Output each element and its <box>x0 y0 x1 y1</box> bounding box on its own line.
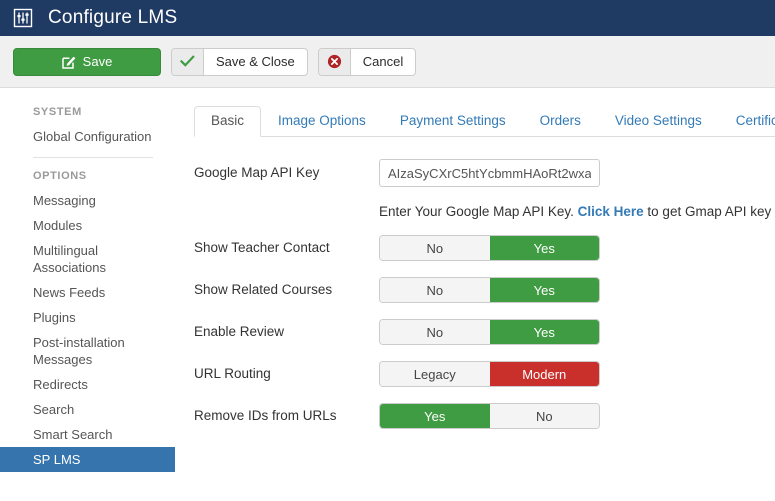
save-and-close-button-label: Save & Close <box>204 49 307 75</box>
help-text-before: Enter Your Google Map API Key. <box>379 204 578 219</box>
show-teacher-contact-label: Show Teacher Contact <box>194 239 379 257</box>
basic-settings-form: Google Map API Key Enter Your Google Map… <box>194 137 775 429</box>
form-row-show-related-courses: Show Related Courses No Yes <box>194 277 775 303</box>
gmap-api-key-link[interactable]: Click Here <box>578 204 644 219</box>
show-related-courses-label: Show Related Courses <box>194 281 379 299</box>
tab-orders[interactable]: Orders <box>523 106 598 137</box>
show-teacher-contact-option-no[interactable]: No <box>380 236 490 260</box>
show-related-courses-option-no[interactable]: No <box>380 278 490 302</box>
remove-ids-from-urls-control: Yes No <box>379 403 775 429</box>
url-routing-control: Legacy Modern <box>379 361 775 387</box>
main-panel: Basic Image Options Payment Settings Ord… <box>175 88 775 501</box>
form-row-url-routing: URL Routing Legacy Modern <box>194 361 775 387</box>
check-icon <box>172 49 204 75</box>
remove-ids-from-urls-option-no[interactable]: No <box>490 404 600 428</box>
save-and-close-button[interactable]: Save & Close <box>171 48 308 76</box>
tab-basic[interactable]: Basic <box>194 106 261 137</box>
show-teacher-contact-toggle[interactable]: No Yes <box>379 235 600 261</box>
sidebar-item-news-feeds[interactable]: News Feeds <box>0 280 175 305</box>
show-related-courses-option-yes[interactable]: Yes <box>490 278 600 302</box>
tab-certificate[interactable]: Certificate <box>719 106 775 137</box>
form-row-enable-review: Enable Review No Yes <box>194 319 775 345</box>
sliders-icon <box>12 7 34 29</box>
save-button[interactable]: Save <box>13 48 161 76</box>
sidebar-item-multilingual-associations[interactable]: Multilingual Associations <box>0 238 175 280</box>
google-map-api-key-control <box>379 159 775 187</box>
window-titlebar: Configure LMS <box>0 0 775 36</box>
cancel-button-label: Cancel <box>351 49 415 75</box>
sidebar-heading-system: SYSTEM <box>0 98 175 124</box>
tab-video-settings[interactable]: Video Settings <box>598 106 719 137</box>
form-row-remove-ids-from-urls: Remove IDs from URLs Yes No <box>194 403 775 429</box>
url-routing-option-modern[interactable]: Modern <box>490 362 600 386</box>
show-related-courses-control: No Yes <box>379 277 775 303</box>
show-teacher-contact-control: No Yes <box>379 235 775 261</box>
enable-review-option-no[interactable]: No <box>380 320 490 344</box>
show-teacher-contact-option-yes[interactable]: Yes <box>490 236 600 260</box>
enable-review-control: No Yes <box>379 319 775 345</box>
sidebar-item-sp-lms[interactable]: SP LMS <box>0 447 175 472</box>
save-button-label: Save <box>83 54 113 69</box>
sidebar-item-global-configuration[interactable]: Global Configuration <box>0 124 175 149</box>
pencil-square-icon <box>62 55 76 69</box>
enable-review-toggle[interactable]: No Yes <box>379 319 600 345</box>
help-text-after: to get Gmap API key <box>644 204 772 219</box>
cancel-button[interactable]: Cancel <box>318 48 416 76</box>
form-row-google-map-api-key: Google Map API Key <box>194 159 775 187</box>
tab-image-options[interactable]: Image Options <box>261 106 383 137</box>
content-area: SYSTEM Global Configuration OPTIONS Mess… <box>0 88 775 501</box>
url-routing-option-legacy[interactable]: Legacy <box>380 362 490 386</box>
toolbar: Save Save & Close Cancel <box>0 36 775 88</box>
sidebar-item-plugins[interactable]: Plugins <box>0 305 175 330</box>
url-routing-toggle[interactable]: Legacy Modern <box>379 361 600 387</box>
form-row-show-teacher-contact: Show Teacher Contact No Yes <box>194 235 775 261</box>
google-map-api-key-label: Google Map API Key <box>194 164 379 182</box>
sidebar-item-smart-search[interactable]: Smart Search <box>0 422 175 447</box>
google-map-api-key-help: Enter Your Google Map API Key. Click Her… <box>379 203 775 221</box>
circle-x-icon <box>319 49 351 75</box>
sidebar-item-redirects[interactable]: Redirects <box>0 372 175 397</box>
remove-ids-from-urls-toggle[interactable]: Yes No <box>379 403 600 429</box>
remove-ids-from-urls-option-yes[interactable]: Yes <box>380 404 490 428</box>
sidebar-heading-options: OPTIONS <box>0 162 175 188</box>
sidebar-item-search[interactable]: Search <box>0 397 175 422</box>
sidebar-divider <box>33 157 153 158</box>
show-related-courses-toggle[interactable]: No Yes <box>379 277 600 303</box>
url-routing-label: URL Routing <box>194 365 379 383</box>
page-title: Configure LMS <box>48 7 177 29</box>
remove-ids-from-urls-label: Remove IDs from URLs <box>194 407 379 425</box>
google-map-api-key-input[interactable] <box>379 159 600 187</box>
tab-bar: Basic Image Options Payment Settings Ord… <box>194 106 775 137</box>
tab-payment-settings[interactable]: Payment Settings <box>383 106 523 137</box>
sidebar: SYSTEM Global Configuration OPTIONS Mess… <box>0 88 175 501</box>
sidebar-item-messaging[interactable]: Messaging <box>0 188 175 213</box>
enable-review-label: Enable Review <box>194 323 379 341</box>
sidebar-item-modules[interactable]: Modules <box>0 213 175 238</box>
enable-review-option-yes[interactable]: Yes <box>490 320 600 344</box>
sidebar-item-post-installation-messages[interactable]: Post-installation Messages <box>0 330 175 372</box>
